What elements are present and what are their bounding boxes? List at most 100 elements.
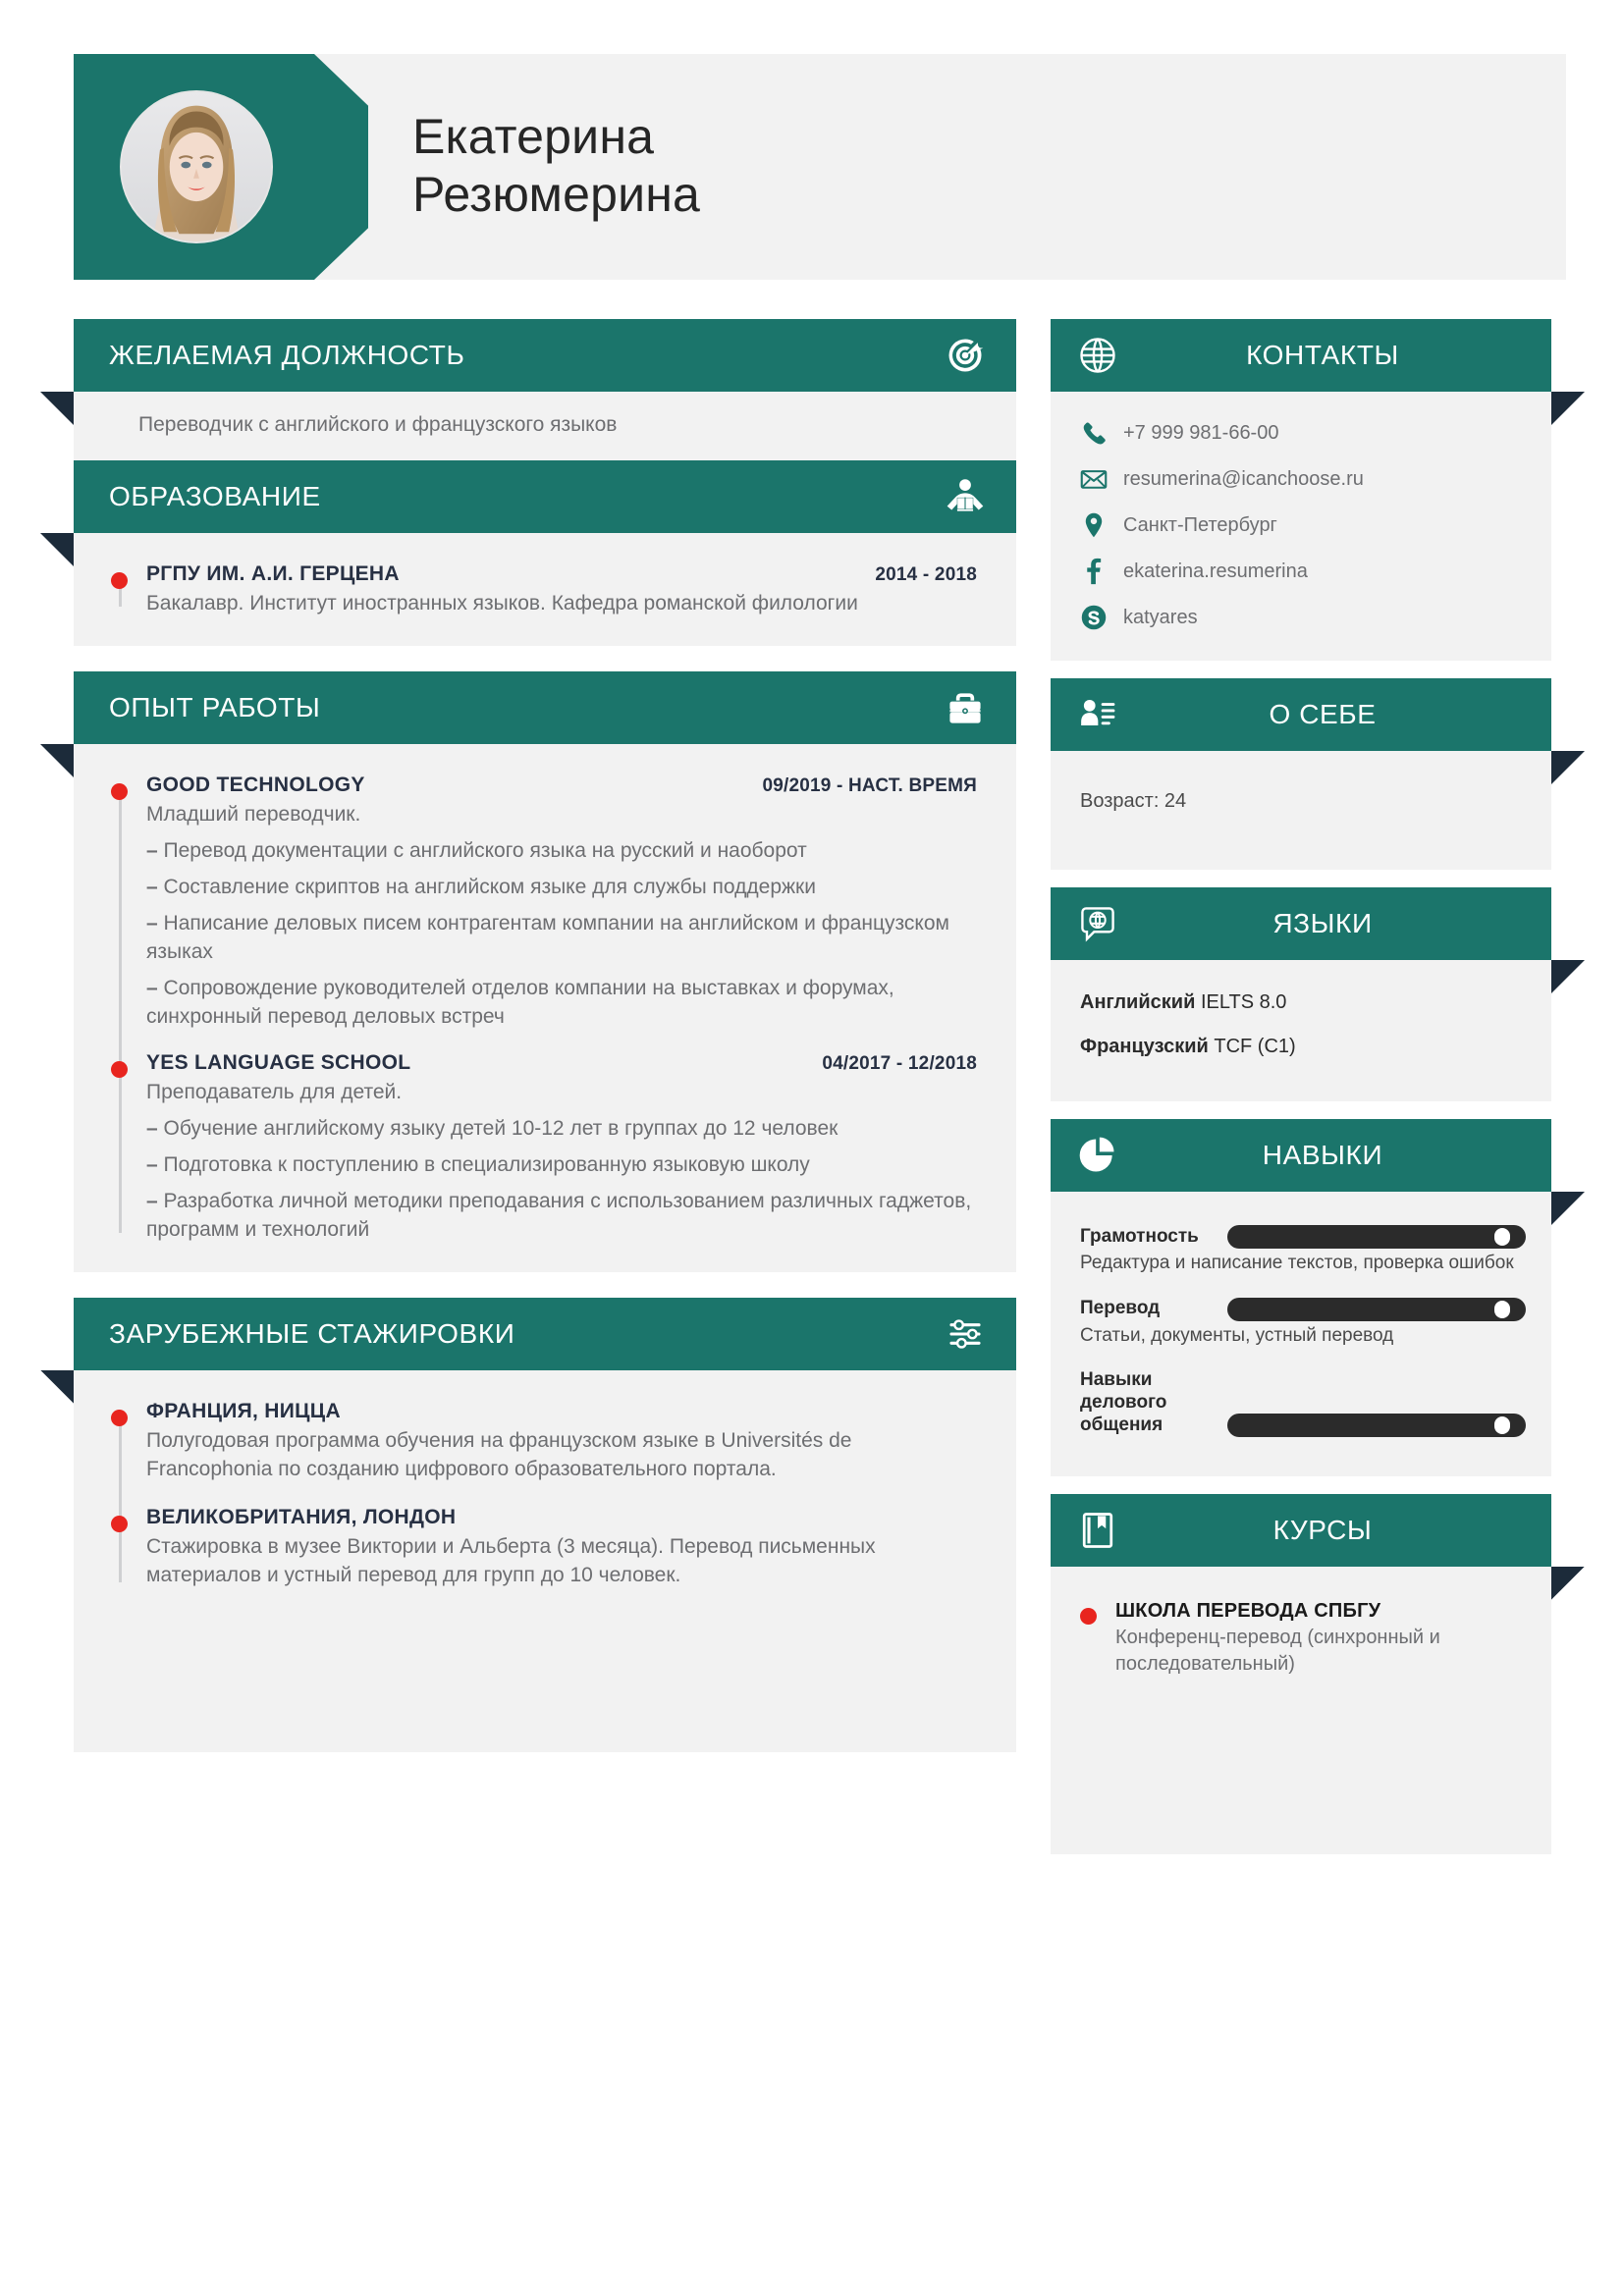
contact-phone[interactable]: +7 999 981-66-00: [1080, 419, 1526, 447]
experience-panel: GOOD TECHNOLOGY 09/2019 - НАСТ. ВРЕМЯ Мл…: [74, 743, 1016, 1272]
section-title: О СЕБЕ: [1269, 699, 1377, 729]
language-name: Английский: [1080, 991, 1196, 1013]
resume-page: Екатерина Резюмерина ЖЕЛАЕМАЯ ДОЛЖНОСТЬ: [0, 0, 1623, 2296]
entry-title: РГПУ ИМ. А.И. ГЕРЦЕНА: [146, 562, 400, 585]
contact-location[interactable]: Санкт-Петербург: [1080, 511, 1526, 539]
entry-date: 09/2019 - НАСТ. ВРЕМЯ: [762, 774, 977, 796]
entry-date: 2014 - 2018: [875, 564, 977, 585]
left-column: ЖЕЛАЕМАЯ ДОЛЖНОСТЬ Переводчик с английск…: [40, 319, 1016, 1753]
fold-corner: [1551, 392, 1585, 425]
entry-subtitle: Бакалавр. Институт иностранных языков. К…: [146, 592, 858, 614]
entry-date: 04/2017 - 12/2018: [822, 1052, 977, 1074]
section-header-courses: КУРСЫ: [1051, 1493, 1551, 1567]
internship-entries: ФРАНЦИЯ, НИЦЦА Полугодовая программа обу…: [109, 1400, 977, 1590]
skill-description: Редактура и написание текстов, проверка …: [1080, 1253, 1514, 1273]
bullet-dot: [111, 572, 128, 589]
skill-knob: [1493, 1228, 1510, 1246]
objective-text: Переводчик с английского и французского …: [138, 413, 618, 436]
section-header-languages: ЯЗЫКИ: [1051, 887, 1551, 960]
entry-title: ФРАНЦИЯ, НИЦЦА: [146, 1399, 341, 1422]
section-objective: ЖЕЛАЕМАЯ ДОЛЖНОСТЬ Переводчик с английск…: [40, 319, 1016, 460]
location-pin-icon: [1080, 511, 1108, 539]
skill-description: Статьи, документы, устный перевод: [1080, 1324, 1394, 1346]
pie-chart-icon: [1076, 1134, 1119, 1177]
skill-item: Грамотность Редактура и написание тексто…: [1080, 1225, 1526, 1276]
section-contacts: КОНТАКТЫ +7 999 981-66-00 resumerina@ica…: [1051, 319, 1585, 661]
section-header-contacts: КОНТАКТЫ: [1051, 319, 1551, 392]
last-name: Резюмерина: [412, 167, 701, 222]
section-title: КОНТАКТЫ: [1246, 340, 1399, 370]
education-panel: РГПУ ИМ. А.И. ГЕРЦЕНА 2014 - 2018 Бакала…: [74, 533, 1016, 646]
bullet-dot: [111, 1409, 128, 1426]
bullet-dot: [111, 782, 128, 800]
education-entries: РГПУ ИМ. А.И. ГЕРЦЕНА 2014 - 2018 Бакала…: [109, 562, 977, 618]
target-icon: [944, 334, 987, 377]
entry-bullet: – Написание деловых писем контрагентам к…: [146, 911, 949, 963]
section-education: ОБРАЗОВАНИЕ РГПУ ИМ. А.И. ГЕРЦЕНА 2014 -…: [40, 460, 1016, 646]
entry-title: YES LANGUAGE SCHOOL: [146, 1050, 411, 1074]
fold-corner: [1551, 751, 1585, 784]
entry-bullet: – Обучение английскому языку детей 10-12…: [146, 1116, 839, 1140]
entry-subtitle: Стажировка в музее Виктории и Альберта (…: [146, 1534, 876, 1586]
reading-person-icon: [944, 475, 987, 518]
entry-bullet: – Подготовка к поступлению в специализир…: [146, 1152, 810, 1176]
contact-email[interactable]: resumerina@icanchoose.ru: [1080, 465, 1526, 493]
contacts-panel: +7 999 981-66-00 resumerina@icanchoose.r…: [1051, 392, 1551, 661]
course-title: ШКОЛА ПЕРЕВОДА СПБГУ: [1115, 1599, 1381, 1622]
entry-title: ВЕЛИКОБРИТАНИЯ, ЛОНДОН: [146, 1505, 457, 1528]
skill-item: Перевод Статьи, документы, устный перево…: [1080, 1297, 1526, 1349]
section-header-internships: ЗАРУБЕЖНЫЕ СТАЖИРОВКИ: [74, 1297, 1016, 1370]
section-header-about: О СЕБЕ: [1051, 678, 1551, 751]
fold-corner: [1551, 1192, 1585, 1225]
skype-icon: [1080, 604, 1108, 631]
section-languages: ЯЗЫКИ Английский IELTS 8.0 Французский T…: [1051, 887, 1585, 1101]
section-title: ОПЫТ РАБОТЫ: [109, 691, 321, 722]
language-level: IELTS 8.0: [1200, 991, 1287, 1013]
resume-header: Екатерина Резюмерина: [74, 54, 1566, 280]
section-title: ЖЕЛАЕМАЯ ДОЛЖНОСТЬ: [109, 340, 465, 370]
fold-corner: [1551, 960, 1585, 993]
section-title: ЯЗЫКИ: [1272, 908, 1373, 938]
contact-value: +7 999 981-66-00: [1123, 421, 1279, 444]
skill-knob: [1493, 1415, 1510, 1434]
book-bookmark-icon: [1076, 1509, 1119, 1552]
section-title: ЗАРУБЕЖНЫЕ СТАЖИРОВКИ: [109, 1317, 515, 1349]
section-header-experience: ОПЫТ РАБОТЫ: [74, 670, 1016, 744]
section-courses: КУРСЫ ШКОЛА ПЕРЕВОДА СПБГУ Конференц-пер…: [1051, 1493, 1585, 1854]
timeline-line: [119, 1415, 122, 1582]
contact-facebook[interactable]: ekaterina.resumerina: [1080, 558, 1526, 585]
about-text: Возраст: 24: [1080, 790, 1187, 812]
entry-subtitle: Младший переводчик.: [146, 802, 361, 826]
entry-subtitle: Полугодовая программа обучения на францу…: [146, 1428, 852, 1480]
fold-corner: [40, 1369, 74, 1404]
timeline-line: [119, 788, 122, 1233]
section-title: КУРСЫ: [1272, 1514, 1373, 1545]
avatar: [120, 90, 273, 243]
section-header-skills: НАВЫКИ: [1051, 1119, 1551, 1192]
course-description: Конференц-перевод (синхронный и последов…: [1115, 1626, 1440, 1675]
section-skills: НАВЫКИ Грамотность Редактура и написание…: [1051, 1119, 1585, 1476]
bullet-dot: [1080, 1607, 1097, 1625]
skill-name: Грамотность: [1080, 1225, 1199, 1247]
right-column: КОНТАКТЫ +7 999 981-66-00 resumerina@ica…: [1051, 319, 1585, 1854]
entry-bullet: – Разработка личной методики преподавани…: [146, 1189, 972, 1241]
fold-corner: [40, 392, 74, 425]
fold-corner: [40, 743, 74, 777]
section-experience: ОПЫТ РАБОТЫ GOOD TECHNOLOGY 09/2019 - НА…: [40, 670, 1016, 1272]
skill-item: Навыки делового общения: [1080, 1369, 1526, 1437]
languages-panel: Английский IELTS 8.0 Французский TCF (C1…: [1051, 960, 1551, 1101]
contact-value: katyares: [1123, 606, 1198, 628]
first-name: Екатерина: [412, 109, 655, 164]
contact-value: resumerina@icanchoose.ru: [1123, 467, 1364, 490]
contact-skype[interactable]: katyares: [1080, 604, 1526, 631]
person-name: Екатерина Резюмерина: [412, 108, 700, 224]
skill-progress-bar: [1227, 1413, 1526, 1437]
briefcase-icon: [944, 686, 987, 729]
section-title: ОБРАЗОВАНИЕ: [109, 481, 321, 511]
fold-corner: [40, 533, 74, 566]
section-header-objective: ЖЕЛАЕМАЯ ДОЛЖНОСТЬ: [74, 319, 1016, 392]
entry-bullet: – Составление скриптов на английском язы…: [146, 875, 816, 898]
courses-panel: ШКОЛА ПЕРЕВОДА СПБГУ Конференц-перевод (…: [1051, 1566, 1551, 1854]
sliders-icon: [944, 1312, 987, 1356]
experience-entry: YES LANGUAGE SCHOOL 04/2017 - 12/2018 Пр…: [111, 1050, 977, 1245]
